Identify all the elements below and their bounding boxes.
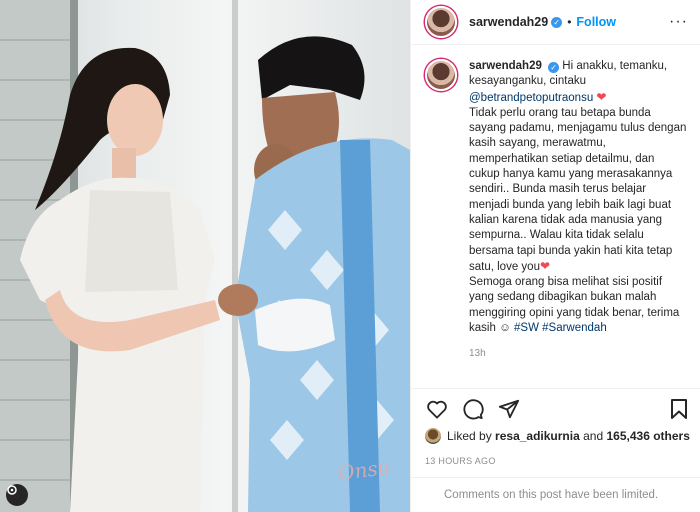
likes-summary: Liked by resa_adikurnia and 165,436 othe… — [425, 428, 690, 444]
heart-emoji-icon: ❤ — [596, 89, 607, 104]
liked-by-label: Liked by — [447, 429, 492, 443]
caption-time[interactable]: 13h — [469, 346, 688, 361]
photo-illustration — [0, 0, 410, 512]
liker-username[interactable]: resa_adikurnia — [495, 429, 580, 443]
likes-and: and — [583, 429, 604, 443]
more-options-icon[interactable]: ··· — [669, 13, 688, 31]
likes-count[interactable]: 165,436 others — [606, 429, 689, 443]
liker-avatar[interactable] — [425, 428, 441, 444]
comments-limited-notice: Comments on this post have been limited. — [411, 477, 700, 512]
bookmark-icon[interactable] — [667, 397, 691, 421]
heart-emoji-icon: ❤ — [539, 258, 551, 273]
action-bar — [411, 388, 700, 428]
mention-link[interactable]: @betrandpetoputraonsu — [469, 92, 593, 104]
header-username[interactable]: sarwendah29 — [469, 15, 548, 29]
caption: sarwendah29 ✓ Hi anakku, temanku, kesaya… — [411, 45, 700, 370]
caption-username[interactable]: sarwendah29 — [469, 60, 542, 72]
post-photo[interactable]: Onsu — [0, 0, 410, 512]
verified-icon: ✓ — [551, 16, 563, 28]
avatar[interactable] — [425, 6, 457, 38]
hashtag-link[interactable]: #Sarwendah — [542, 322, 607, 334]
verified-icon: ✓ — [548, 62, 560, 73]
post-sidebar: sarwendah29 ✓ • Follow ··· sarwendah29 ✓… — [410, 0, 700, 512]
heart-icon[interactable] — [425, 397, 449, 421]
separator-dot: • — [567, 15, 572, 29]
caption-paragraph-1: Tidak perlu orang tau betapa bunda sayan… — [469, 106, 687, 273]
post-header: sarwendah29 ✓ • Follow ··· — [411, 0, 700, 45]
follow-button[interactable]: Follow — [576, 15, 616, 29]
smile-emoji-icon: ☺ — [499, 322, 511, 335]
hashtag-link[interactable]: #SW — [514, 322, 539, 334]
post-timestamp[interactable]: 13 HOURS AGO — [425, 456, 496, 466]
caption-text: sarwendah29 ✓ Hi anakku, temanku, kesaya… — [469, 59, 688, 370]
share-icon[interactable] — [497, 397, 521, 421]
threads-icon[interactable] — [6, 484, 28, 506]
comment-icon[interactable] — [461, 397, 485, 421]
caption-avatar[interactable] — [425, 59, 457, 91]
